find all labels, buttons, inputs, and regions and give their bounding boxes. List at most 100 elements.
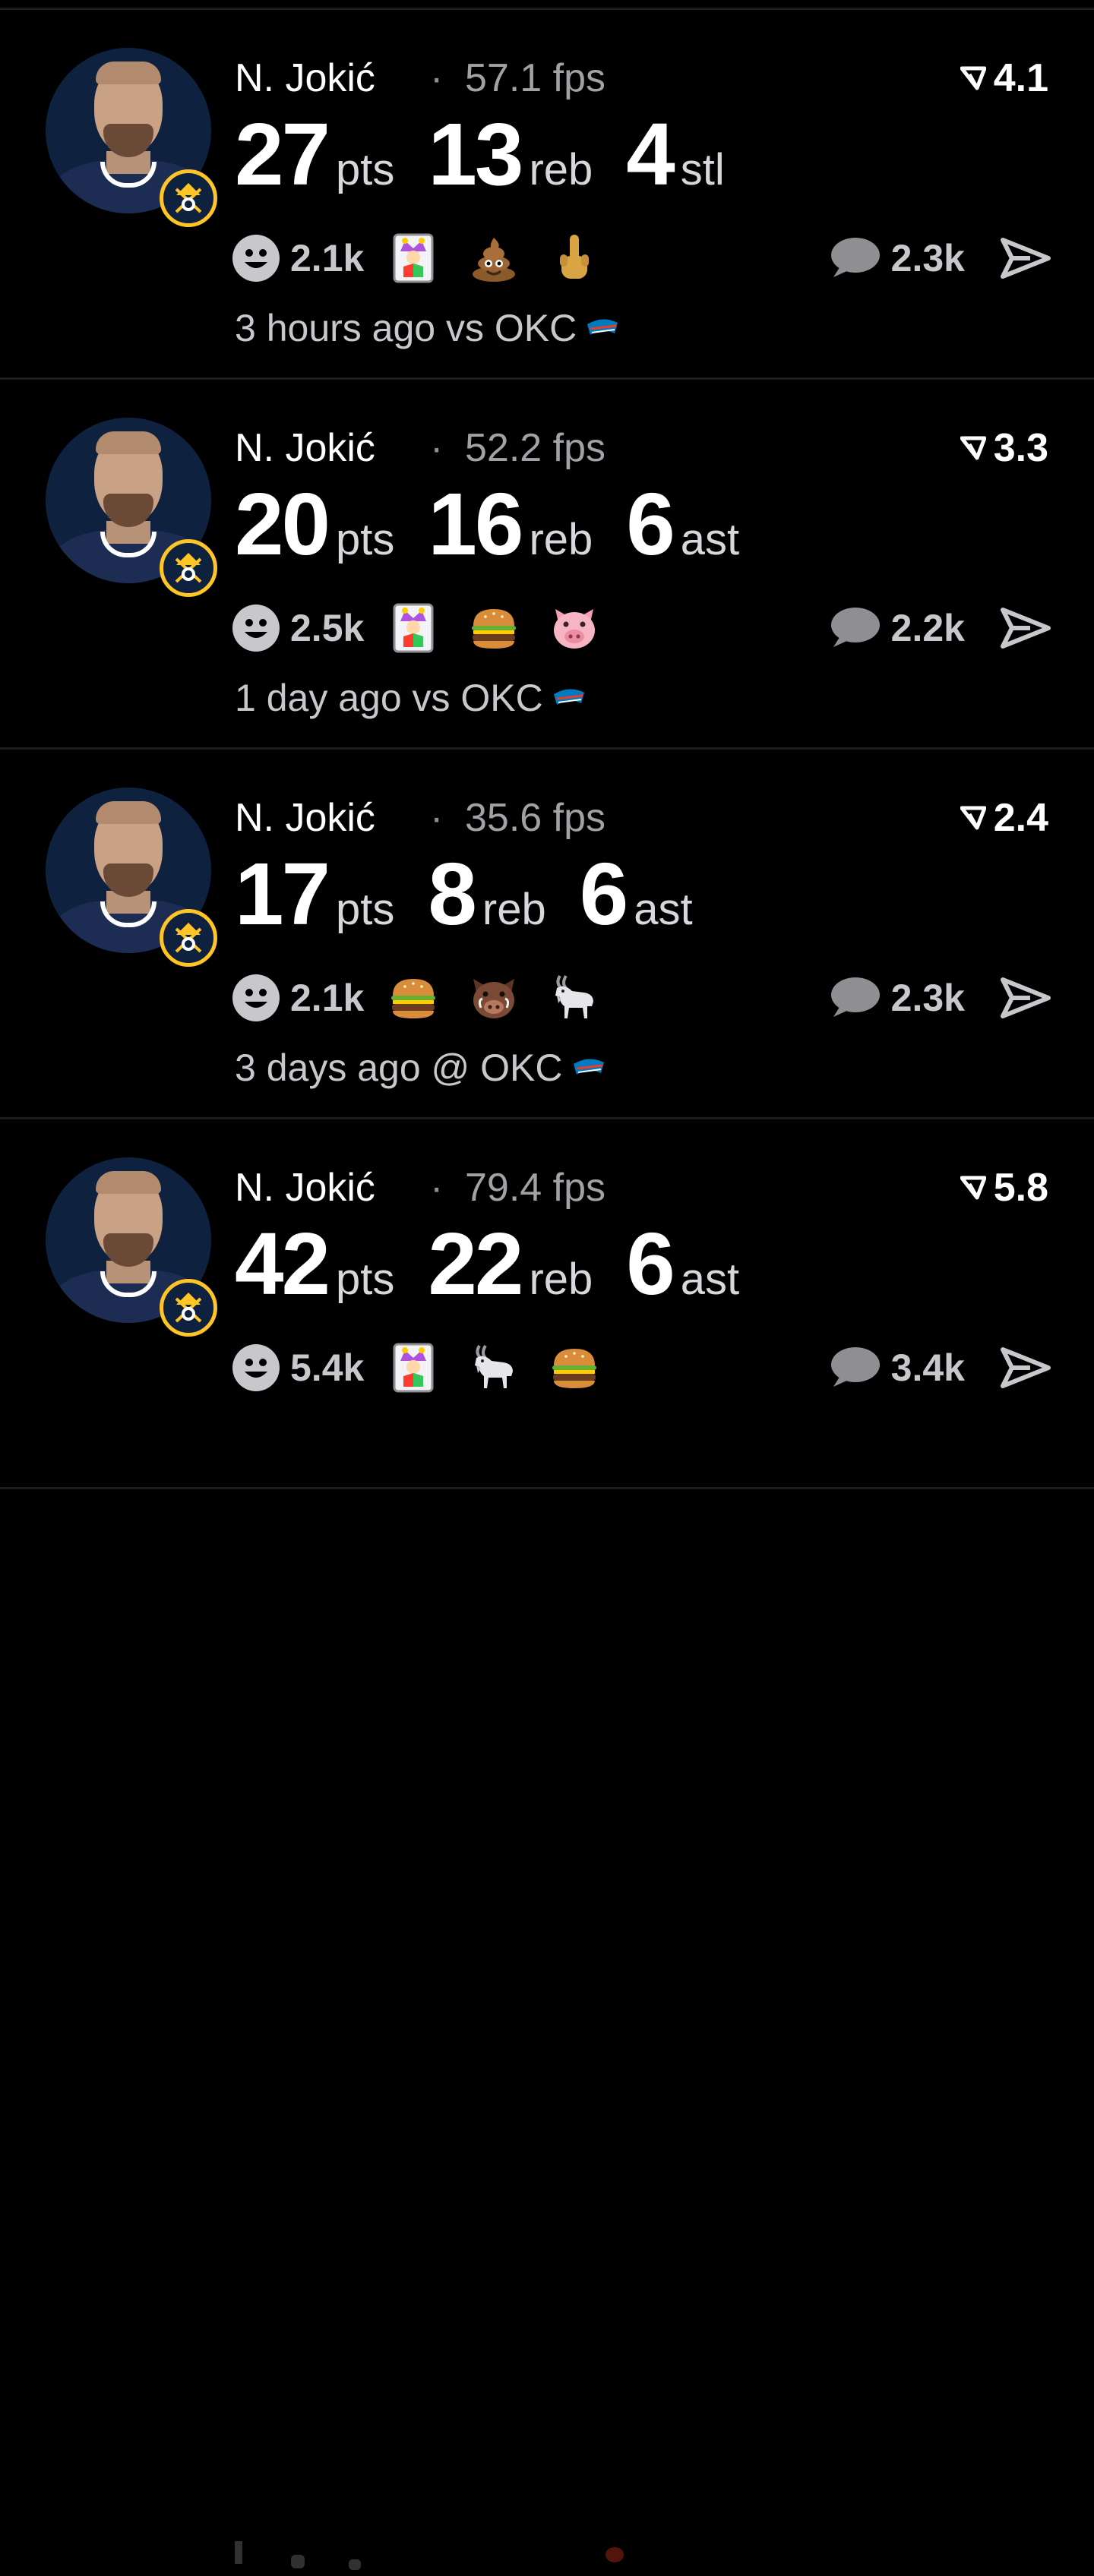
stat-value: 27 [235,105,330,204]
poop-icon[interactable] [469,233,519,283]
fps-score: 52.2 fps [465,426,606,470]
stat-unit: pts [336,1255,395,1304]
avatar-hair [96,801,161,824]
comment-count[interactable]: 3.4k [891,1346,965,1390]
post-footer: 1 day ago vs OKC [235,679,586,717]
rating[interactable]: 5.8 [960,1168,1048,1208]
stat-unit: ast [680,515,740,564]
stat-ast: 6 ast [626,1220,739,1308]
share-icon[interactable] [1000,237,1051,279]
jester-card-icon[interactable] [388,603,438,653]
emoji-list [388,603,630,653]
middle-finger-icon[interactable] [549,233,599,283]
player-name[interactable]: N. Jokić [235,428,375,468]
separator-dot: · [430,796,444,840]
post-card[interactable]: N. Jokić · 79.4 fps 5.8 42 pts 22 reb 6 ast 5… [0,1119,1094,2570]
reaction-count[interactable]: 2.1k [290,976,364,1020]
game-time-opponent: 3 days ago @ OKC [235,1046,563,1089]
burger-icon[interactable] [549,1343,599,1393]
thunder-logo-icon [573,1059,604,1075]
rating[interactable]: 2.4 [960,798,1048,838]
comment-icon[interactable] [827,606,881,650]
smile-icon[interactable] [232,605,280,652]
rating-filter-icon [960,436,986,460]
rating-filter-icon [960,66,986,90]
nuggets-logo-icon [160,1279,217,1337]
stat-unit: reb [529,1255,593,1304]
pig-icon[interactable] [549,603,599,653]
emoji-list [388,1343,630,1393]
stat-unit: reb [482,885,546,934]
stat-pts: 20 pts [235,480,394,568]
nuggets-logo-icon [160,909,217,967]
post-footer: 3 hours ago vs OKC [235,309,619,347]
post-feed: N. Jokić · 57.1 fps 4.1 27 pts 13 reb 4 stl 2… [0,0,1094,2570]
post-card[interactable]: N. Jokić · 35.6 fps 2.4 17 pts 8 reb 6 ast 2.… [0,750,1094,1119]
stat-pts: 17 pts [235,850,394,938]
reaction-count[interactable]: 2.1k [290,236,364,280]
reaction-count[interactable]: 5.4k [290,1346,364,1390]
comment-icon[interactable] [827,976,881,1020]
stat-pts: 27 pts [235,110,394,198]
reaction-count[interactable]: 2.5k [290,606,364,650]
jester-card-icon[interactable] [388,233,438,283]
reactions-row: 5.4k [232,1343,630,1393]
post-actions: 2.3k [827,974,1051,1021]
goat-icon[interactable] [469,1343,519,1393]
rating-filter-icon [960,1176,986,1200]
stat-unit: ast [680,1255,740,1304]
share-icon[interactable] [1000,977,1051,1019]
reactions-row: 2.1k [232,233,630,283]
player-name[interactable]: N. Jokić [235,58,375,98]
fps-score: 35.6 fps [465,796,606,840]
stat-pts: 42 pts [235,1220,394,1308]
burger-icon[interactable] [388,973,438,1023]
stat-unit: reb [529,515,593,564]
rating[interactable]: 4.1 [960,58,1048,98]
goat-icon[interactable] [549,973,599,1023]
stat-value: 6 [626,1214,675,1313]
comment-icon[interactable] [827,1346,881,1390]
rating-filter-icon [960,806,986,830]
smile-icon[interactable] [232,974,280,1021]
reactions-row: 2.1k [232,974,630,1021]
comment-count[interactable]: 2.3k [891,236,965,280]
rating[interactable]: 3.3 [960,428,1048,468]
rating-value: 4.1 [993,56,1048,100]
comment-icon[interactable] [827,236,881,280]
stat-reb: 8 reb [428,850,545,938]
thunder-logo-icon [553,689,584,705]
cut-off-footer [235,2537,645,2573]
stat-unit: pts [336,885,395,934]
nuggets-logo-icon [160,539,217,597]
post-actions: 2.2k [827,605,1051,652]
burger-icon[interactable] [469,603,519,653]
player-name[interactable]: N. Jokić [235,798,375,838]
smile-icon[interactable] [232,1344,280,1391]
avatar-hair [96,62,161,84]
stat-unit: pts [336,145,395,194]
stat-value: 22 [428,1214,523,1313]
stat-unit: pts [336,515,395,564]
comment-count[interactable]: 2.3k [891,976,965,1020]
post-card[interactable]: N. Jokić · 52.2 fps 3.3 20 pts 16 reb 6 ast 2… [0,380,1094,750]
emoji-list [388,973,630,1023]
smile-icon[interactable] [232,235,280,282]
post-actions: 3.4k [827,1344,1051,1391]
stat-value: 13 [428,105,523,204]
game-time-opponent: 1 day ago vs OKC [235,677,543,719]
jester-card-icon[interactable] [388,1343,438,1393]
post-card[interactable]: N. Jokić · 57.1 fps 4.1 27 pts 13 reb 4 stl 2… [0,10,1094,380]
stat-value: 4 [626,105,675,204]
player-name[interactable]: N. Jokić [235,1168,375,1208]
separator-dot: · [430,426,444,470]
stat-line: 42 pts 22 reb 6 ast [235,1220,773,1308]
emoji-list [388,233,630,283]
share-icon[interactable] [1000,1346,1051,1389]
fps-score: 57.1 fps [465,56,606,100]
stat-value: 6 [626,475,675,573]
share-icon[interactable] [1000,607,1051,649]
fps-score: 79.4 fps [465,1166,606,1210]
comment-count[interactable]: 2.2k [891,606,965,650]
boar-icon[interactable] [469,973,519,1023]
